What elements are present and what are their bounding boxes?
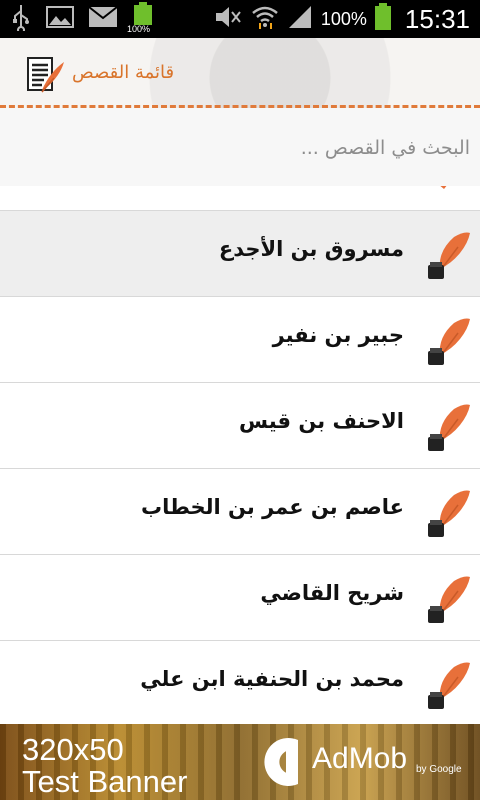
- list-item[interactable]: مسروق بن الأجدع: [0, 211, 480, 297]
- feather-inkwell-icon: [424, 659, 472, 711]
- usb-icon: [10, 3, 32, 35]
- list-item[interactable]: جبير بن نفير: [0, 297, 480, 383]
- wifi-icon: [251, 3, 279, 35]
- feather-inkwell-icon: [424, 229, 472, 281]
- admob-brand: AdMob: [312, 742, 408, 775]
- search-bar: [0, 108, 480, 186]
- list-item[interactable]: عاصم بن عمر بن الخطاب: [0, 469, 480, 555]
- app-bar: قائمة القصص: [0, 38, 480, 108]
- story-title: عاصم بن عمر بن الخطاب: [141, 495, 404, 519]
- feather-inkwell-icon: [424, 401, 472, 453]
- image-icon: [46, 5, 74, 33]
- battery-icon: [374, 3, 391, 35]
- story-title: الاحنف بن قيس: [239, 409, 404, 433]
- story-title: مسروق بن الأجدع: [218, 237, 404, 261]
- feather-inkwell-icon: [424, 487, 472, 539]
- story-title: جبير بن نفير: [272, 323, 404, 347]
- ad-size-label: 320x50: [22, 732, 124, 767]
- email-icon: [88, 6, 118, 32]
- story-title: شريح القاضي: [260, 581, 404, 605]
- feather-inkwell-icon: [424, 315, 472, 367]
- app-title: قائمة القصص: [72, 62, 175, 83]
- signal-icon: [287, 4, 313, 34]
- mute-icon: [213, 4, 243, 34]
- list-item[interactable]: محمد بن الحنفية ابن علي: [0, 641, 480, 724]
- search-input[interactable]: [18, 128, 472, 168]
- list-item[interactable]: شريح القاضي: [0, 555, 480, 641]
- feather-inkwell-icon: [424, 573, 472, 625]
- clock: 15:31: [404, 3, 470, 34]
- battery-percent: 100%: [320, 8, 367, 29]
- story-title: محمد بن الحنفية ابن علي: [140, 667, 404, 691]
- status-bar: 100% 100% 15:31: [0, 0, 480, 38]
- feather-inkwell-icon: [430, 186, 454, 197]
- admob-logo-icon: [248, 732, 304, 792]
- ad-banner[interactable]: 320x50 Test Banner AdMob by Google: [0, 724, 480, 800]
- battery-small-label: 100%: [127, 24, 151, 34]
- story-list: مسروق بن الأجدع جبير بن نفير الاحنف بن ق…: [0, 186, 480, 724]
- feather-document-icon[interactable]: [24, 56, 68, 96]
- ad-test-label: Test Banner: [22, 764, 188, 799]
- list-item[interactable]: [0, 186, 480, 211]
- admob-by-google: by Google: [416, 764, 462, 775]
- list-item[interactable]: الاحنف بن قيس: [0, 383, 480, 469]
